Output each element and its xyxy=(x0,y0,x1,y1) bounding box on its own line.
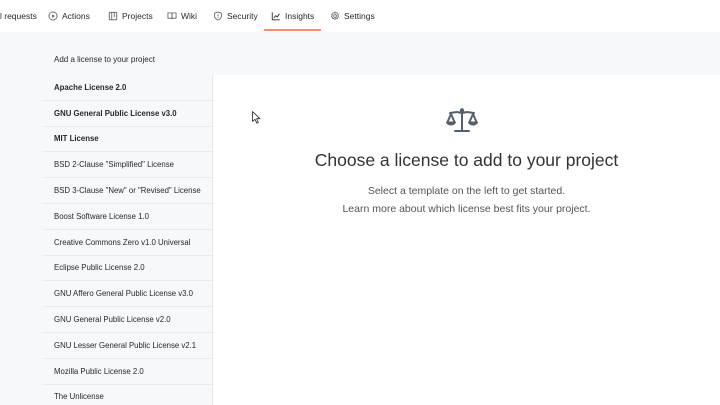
table-icon xyxy=(108,11,118,21)
tab-security[interactable]: Security xyxy=(213,0,258,32)
play-icon xyxy=(48,11,58,21)
tab-insights[interactable]: Insights xyxy=(271,0,314,32)
tab-actions[interactable]: Actions xyxy=(48,0,90,32)
license-item-epl-2[interactable]: Eclipse Public License 2.0 xyxy=(43,256,212,282)
tab-label: l requests xyxy=(0,11,37,21)
empty-state-subtitle: Select a template on the left to get sta… xyxy=(367,185,566,197)
license-list: Apache License 2.0 GNU General Public Li… xyxy=(43,75,213,405)
mouse-pointer-icon xyxy=(252,111,261,124)
tab-label: Wiki xyxy=(181,11,198,21)
license-item-gpl-2[interactable]: GNU General Public License v2.0 xyxy=(43,307,212,333)
license-item-boost[interactable]: Boost Software License 1.0 xyxy=(43,204,212,230)
tab-label: Actions xyxy=(62,11,90,21)
tab-label: Security xyxy=(227,11,258,21)
graph-icon xyxy=(271,11,281,21)
tab-settings[interactable]: Settings xyxy=(330,0,375,32)
tab-label: Settings xyxy=(344,11,375,21)
tab-label: Projects xyxy=(122,11,153,21)
law-scale-icon xyxy=(445,104,479,138)
license-placeholder-panel: Choose a license to add to your project … xyxy=(213,75,720,405)
tab-pull-requests[interactable]: l requests xyxy=(0,0,37,32)
license-item-cc0[interactable]: Creative Commons Zero v1.0 Universal xyxy=(43,230,212,256)
license-item-lgpl-2-1[interactable]: GNU Lesser General Public License v2.1 xyxy=(43,333,212,359)
tab-projects[interactable]: Projects xyxy=(108,0,153,32)
license-picker-page: l requests Actions Projects Wiki Securit xyxy=(0,0,720,405)
license-item-bsd-3[interactable]: BSD 3-Clause "New" or "Revised" License xyxy=(43,178,212,204)
license-item-mpl-2[interactable]: Mozilla Public License 2.0 xyxy=(43,359,212,385)
license-item-apache-2[interactable]: Apache License 2.0 xyxy=(43,75,212,101)
tab-label: Insights xyxy=(285,11,315,21)
book-icon xyxy=(167,11,177,21)
license-help-link[interactable]: Learn more about which license best fits… xyxy=(213,203,720,215)
active-tab-indicator xyxy=(264,29,321,31)
gear-icon xyxy=(330,11,340,21)
license-item-gpl-3[interactable]: GNU General Public License v3.0 xyxy=(43,101,212,127)
license-list-header: Add a license to your project xyxy=(54,54,155,64)
license-item-bsd-2[interactable]: BSD 2-Clause "Simplified" License xyxy=(43,152,212,179)
shield-icon xyxy=(213,11,223,21)
license-item-mit[interactable]: MIT License xyxy=(43,127,212,153)
license-item-unlicense[interactable]: The Unlicense xyxy=(43,385,212,405)
license-item-agpl-3[interactable]: GNU Affero General Public License v3.0 xyxy=(43,281,212,308)
repo-nav: l requests Actions Projects Wiki Securit xyxy=(0,0,720,32)
empty-state-title: Choose a license to add to your project xyxy=(314,150,619,170)
tab-wiki[interactable]: Wiki xyxy=(167,0,197,32)
